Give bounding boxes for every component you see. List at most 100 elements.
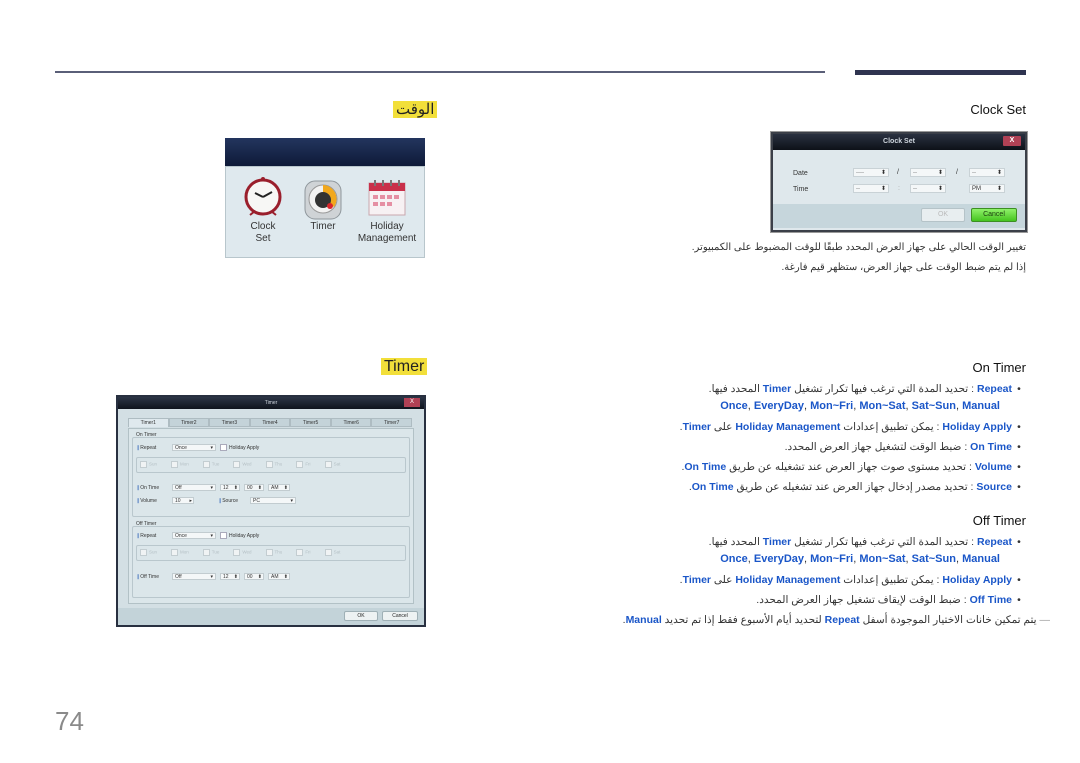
tab-timer5[interactable]: Timer5: [290, 418, 331, 427]
source-label: ❙Source: [218, 498, 239, 504]
calendar-icon: [368, 180, 406, 216]
on-hour-stepper[interactable]: 12 ⬍: [220, 484, 240, 491]
tab-timer4[interactable]: Timer4: [249, 418, 291, 427]
date-separator: /: [897, 169, 899, 176]
off-days-list: Sun Mon Tue Wed Thu Fri Sat: [140, 549, 340, 556]
volume-stepper[interactable]: 10 ▸: [172, 497, 194, 504]
hour-stepper[interactable]: -- ⬍: [853, 184, 889, 193]
close-button[interactable]: X: [404, 398, 420, 407]
off-time-mode-select[interactable]: Off ▾: [172, 573, 216, 580]
cancel-button[interactable]: Cancel: [382, 611, 418, 621]
icon-panel-header: [225, 138, 425, 166]
date-separator: /: [956, 169, 958, 176]
on-days-list: Sun Mon Tue Wed Thu Fri Sat: [140, 461, 340, 468]
note-dash-icon: —: [1036, 614, 1050, 626]
source-bullet: •Source : تحديد مصدر إدخال جهاز العرض عن…: [689, 481, 1026, 493]
off-repeat-label: ❙Repeat: [136, 533, 157, 539]
time-separator: :: [898, 185, 900, 192]
cancel-button[interactable]: Cancel: [971, 208, 1017, 222]
stepper-arrows-icon: ⬍: [996, 186, 1002, 192]
day-checkbox-fri[interactable]: Fri: [296, 461, 311, 468]
day-checkbox-mon[interactable]: Mon: [171, 549, 189, 556]
bullet-icon: •: [1017, 441, 1021, 453]
on-time-label: ❙On Time: [136, 485, 160, 491]
holiday-management-item[interactable]: Holiday Management: [354, 175, 420, 245]
tab-timer7[interactable]: Timer7: [371, 418, 413, 427]
dropdown-arrow-icon: ▾: [210, 533, 213, 539]
day-checkbox-sat[interactable]: Sat: [324, 461, 340, 468]
off-time-bullet: •Off Time : ضبط الوقت لإيقاف تشغيل جهاز …: [756, 594, 1026, 606]
tab-timer1[interactable]: Timer1: [128, 418, 169, 427]
holiday-management-label: Holiday Management: [357, 221, 417, 244]
ampm-stepper[interactable]: PM ⬍: [969, 184, 1005, 193]
day-stepper[interactable]: -- ⬍: [969, 168, 1005, 177]
day-checkbox-fri[interactable]: Fri: [296, 549, 311, 556]
stepper-arrows-icon: ⬍: [257, 485, 262, 491]
stepper-arrows-icon: ⬍: [257, 574, 262, 580]
off-ampm-stepper[interactable]: AM ⬍: [268, 573, 290, 580]
on-time-bullet: •On Time : ضبط الوقت لتشغيل جهاز العرض ا…: [785, 441, 1026, 453]
stepper-arrows-icon: ⬍: [233, 574, 238, 580]
day-checkbox-thu[interactable]: Thu: [265, 549, 282, 556]
day-checkbox-mon[interactable]: Mon: [171, 461, 189, 468]
timer-dial-icon: [304, 180, 342, 220]
day-checkbox-thu[interactable]: Thu: [265, 461, 282, 468]
stepper-arrows-icon: ⬍: [937, 170, 943, 176]
clock-set-item[interactable]: Clock Set: [238, 175, 288, 245]
arrow-right-icon: ▸: [189, 498, 192, 504]
off-repeat-select[interactable]: Once ▾: [172, 532, 216, 539]
on-repeat-label: ❙Repeat: [136, 445, 157, 451]
off-time-label: ❙Off Time: [136, 574, 160, 580]
day-checkbox-wed[interactable]: Wed: [233, 549, 252, 556]
off-repeat-options: Once, EveryDay, Mon~Fri, Mon~Sat, Sat~Su…: [720, 553, 1000, 565]
on-holiday-apply-checkbox[interactable]: Holiday Apply: [220, 444, 259, 451]
stepper-arrows-icon: ⬍: [233, 485, 238, 491]
dialog-footer: [118, 608, 424, 625]
day-checkbox-wed[interactable]: Wed: [233, 461, 252, 468]
close-button[interactable]: X: [1003, 136, 1021, 146]
stepper-arrows-icon: ⬍: [880, 170, 886, 176]
icon-panel: Clock Set Timer Holiday Management: [225, 166, 425, 258]
page-number: 74: [55, 706, 84, 736]
stepper-arrows-icon: ⬍: [283, 485, 288, 491]
dropdown-arrow-icon: ▾: [210, 445, 213, 451]
manual-note: — يتم تمكين خانات الاختيار الموجودة أسفل…: [622, 614, 1050, 626]
ok-button[interactable]: OK: [921, 208, 965, 222]
month-stepper[interactable]: -- ⬍: [910, 168, 946, 177]
dropdown-arrow-icon: ▾: [290, 498, 293, 504]
day-checkbox-tue[interactable]: Tue: [202, 549, 219, 556]
source-select[interactable]: PC ▾: [250, 497, 296, 504]
tab-timer6[interactable]: Timer6: [330, 418, 372, 427]
off-hour-stepper[interactable]: 12 ⬍: [220, 573, 240, 580]
tab-timer2[interactable]: Timer2: [168, 418, 210, 427]
on-time-mode-select[interactable]: Off ▾: [172, 484, 216, 491]
minute-stepper[interactable]: -- ⬍: [910, 184, 946, 193]
on-repeat-select[interactable]: Once ▾: [172, 444, 216, 451]
day-checkbox-tue[interactable]: Tue: [202, 461, 219, 468]
stepper-arrows-icon: ⬍: [996, 170, 1002, 176]
off-minute-stepper[interactable]: 00 ⬍: [244, 573, 264, 580]
header-rule: [55, 71, 825, 73]
on-repeat-bullet: •Repeat : تحديد المدة التي ترغب فيها تكر…: [709, 383, 1026, 395]
off-holiday-bullet: •Holiday Apply : يمكن تطبيق إعدادات Holi…: [680, 574, 1026, 586]
dropdown-arrow-icon: ▾: [210, 485, 213, 491]
day-checkbox-sat[interactable]: Sat: [324, 549, 340, 556]
clock-set-label: Clock Set: [250, 221, 276, 244]
on-minute-stepper[interactable]: 00 ⬍: [244, 484, 264, 491]
date-label: Date: [793, 170, 808, 177]
timer-item[interactable]: Timer: [298, 175, 348, 233]
off-holiday-apply-checkbox[interactable]: Holiday Apply: [220, 532, 259, 539]
stepper-arrows-icon: ⬍: [937, 186, 943, 192]
tab-timer3[interactable]: Timer3: [209, 418, 250, 427]
day-checkbox-sun[interactable]: Sun: [140, 549, 157, 556]
day-checkbox-sun[interactable]: Sun: [140, 461, 157, 468]
on-repeat-options: Once, EveryDay, Mon~Fri, Mon~Sat, Sat~Su…: [720, 400, 1000, 412]
ok-button[interactable]: OK: [344, 611, 378, 621]
bullet-icon: •: [1017, 481, 1021, 493]
on-ampm-stepper[interactable]: AM ⬍: [268, 484, 290, 491]
bullet-icon: •: [1017, 421, 1021, 433]
timer-tabs: Timer1 Timer2 Timer3 Timer4 Timer5 Timer…: [128, 418, 413, 428]
stepper-arrows-icon: ⬍: [283, 574, 288, 580]
year-stepper[interactable]: ---- ⬍: [853, 168, 889, 177]
timer-label: Timer: [310, 221, 336, 232]
